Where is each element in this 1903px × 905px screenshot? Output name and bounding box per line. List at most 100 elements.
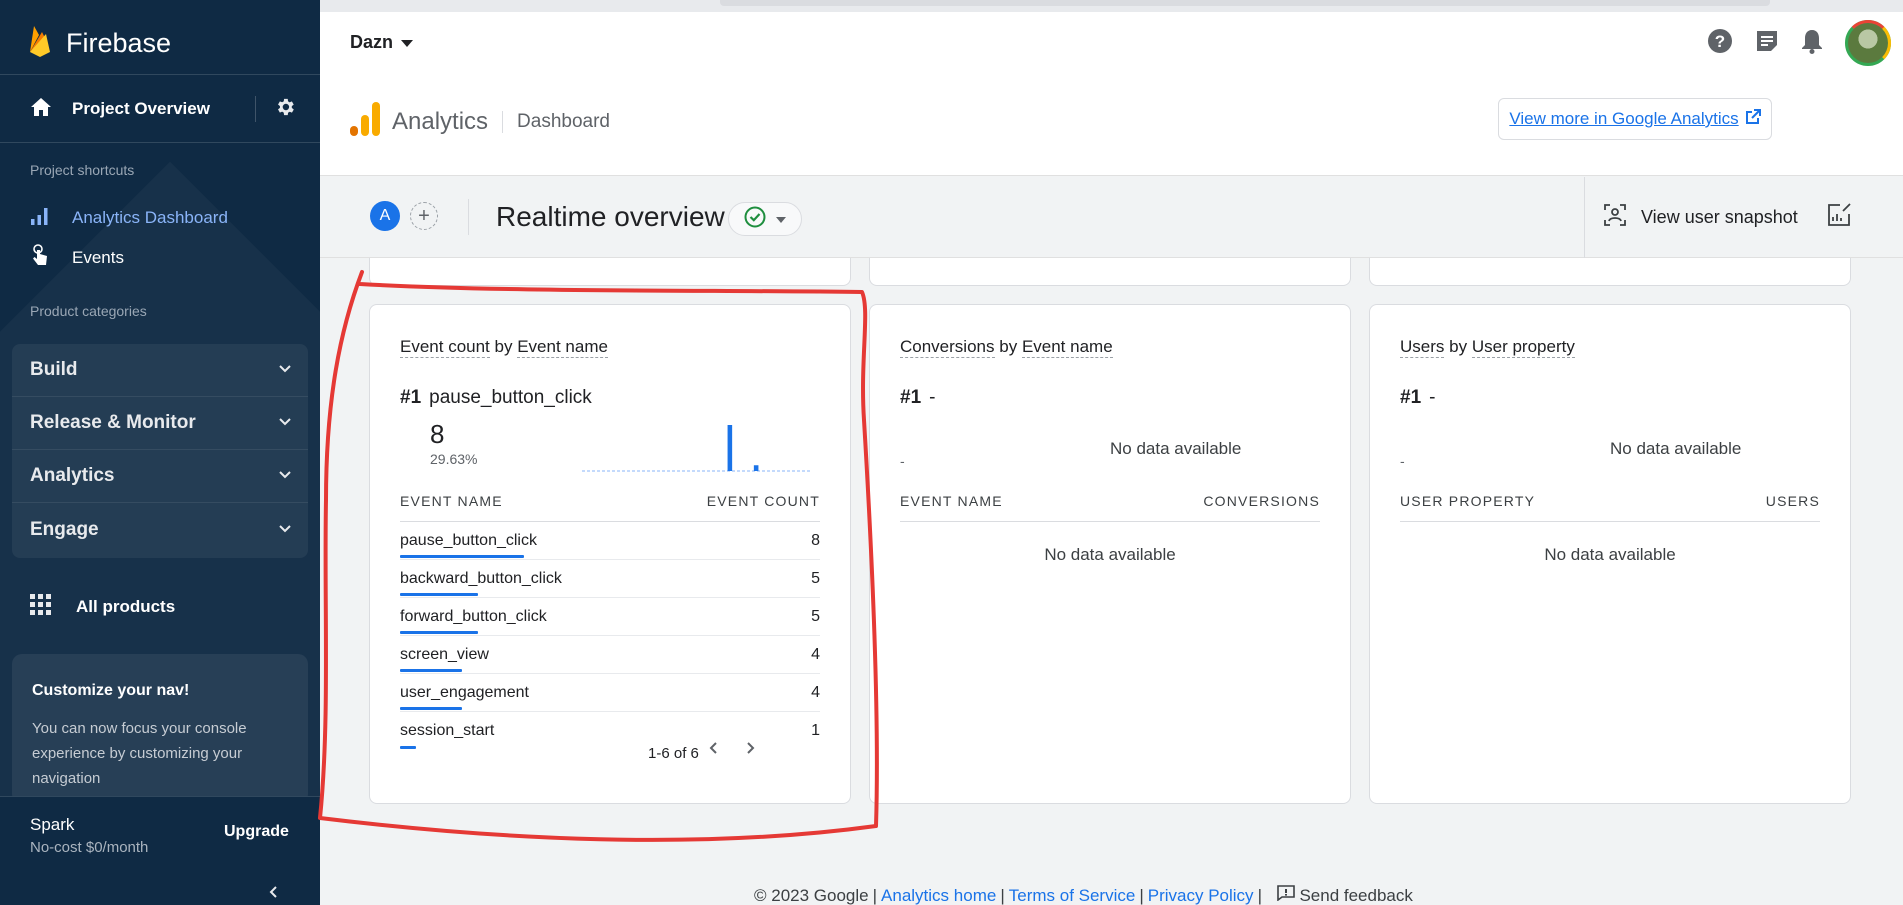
row-name: backward_button_click [400,569,562,587]
add-comparison-button[interactable]: + [410,202,438,230]
send-feedback-link[interactable]: Send feedback [1299,886,1412,905]
firebase-logo-icon [28,24,52,63]
ga-link-label: View more in Google Analytics [1509,109,1739,128]
check-circle-icon [744,206,766,233]
metric-label[interactable]: Conversions [900,337,995,358]
dimension-label[interactable]: Event name [1021,337,1113,358]
caret-down-icon [401,32,414,53]
table-row[interactable]: session_start 1 [400,712,820,750]
help-icon[interactable]: ? [1707,28,1733,59]
sidebar-header[interactable]: Firebase [0,12,320,74]
chevron-left-icon [268,886,278,903]
toolbar-separator [468,199,469,235]
top-item: #1- [1400,387,1435,409]
column-user-property: USER PROPERTY [1400,493,1536,509]
top-item-name: - [929,387,936,408]
row-name: forward_button_click [400,607,547,625]
settings-gear-button[interactable] [270,94,300,124]
sidebar-item-analytics-dashboard[interactable]: Analytics Dashboard [0,200,320,236]
row-value: 4 [811,683,820,701]
category-label: Build [30,359,78,380]
chevron-down-icon [278,361,292,379]
analytics-home-link[interactable]: Analytics home [881,886,996,905]
page-title: Analytics Dashboard [350,102,610,141]
rank-label: #1 [400,387,422,408]
sidebar: Firebase Project Overview Project shortc… [0,0,320,905]
by-label: by [999,337,1018,356]
product-name: Analytics [392,107,489,135]
card-title: Conversions by Event name [900,337,1113,358]
row-name: session_start [400,722,495,739]
rank-label: #1 [1400,387,1422,408]
category-build[interactable]: Build [12,344,308,397]
project-name: Dazn [350,32,394,52]
top-item: #1 pause_button_click [400,387,592,409]
firebase-brand: Firebase [66,27,172,58]
no-data-message: No data available [1110,439,1242,458]
column-event-name: EVENT NAME [400,493,503,509]
sidebar-item-events[interactable]: Events [0,240,320,276]
category-release-monitor[interactable]: Release & Monitor [12,397,308,450]
category-engage[interactable]: Engage [12,503,308,556]
category-analytics[interactable]: Analytics [12,450,308,503]
table-row[interactable]: forward_button_click 5 [400,598,820,636]
privacy-link[interactable]: Privacy Policy [1148,886,1254,905]
categories-caption: Product categories [30,303,147,319]
table-row[interactable]: pause_button_click 8 [400,522,820,560]
rank-label: #1 [900,387,922,408]
customize-nav-body: You can now focus your console experienc… [32,720,247,787]
data-quality-dropdown[interactable] [728,202,802,236]
view-user-snapshot-button[interactable]: View user snapshot [1584,177,1903,258]
pagination [708,741,756,759]
customize-nav-title: Customize your nav! [32,682,190,699]
card-title: Event count by Event name [400,337,608,358]
release-notes-icon[interactable] [1755,29,1779,58]
sparkline-chart [582,425,812,472]
all-products-link[interactable]: All products [0,588,320,626]
by-label: by [494,337,513,356]
sparkline-bar [753,465,759,471]
upgrade-button[interactable]: Upgrade [224,823,289,841]
column-conversions: CONVERSIONS [1203,493,1320,509]
user-avatar[interactable] [1845,20,1891,66]
plan-footer: Spark No-cost $0/month Upgrade [0,796,320,905]
terms-link[interactable]: Terms of Service [1009,886,1136,905]
header-actions: ? [1707,20,1891,66]
dimension-label[interactable]: User property [1471,337,1575,358]
conversions-card: Conversions by Event name #1- - No data … [869,304,1351,804]
table-row[interactable]: backward_button_click 5 [400,560,820,598]
table-row[interactable]: screen_view 4 [400,636,820,674]
page-footer: © 2023 Google | Analytics home | Terms of Se… [754,885,1413,905]
caret-down-icon [776,210,786,228]
table-header: EVENT NAME CONVERSIONS [900,493,1320,522]
shortcuts-caption: Project shortcuts [30,162,135,178]
sidebar-item-label: Analytics Dashboard [72,208,228,227]
collapse-sidebar-button[interactable] [268,885,278,904]
chevron-left-icon[interactable] [708,741,718,759]
grid-icon [30,593,52,621]
edit-report-icon[interactable] [1826,202,1852,233]
realtime-title: Realtime overview [496,201,725,232]
chevron-right-icon[interactable] [746,741,756,759]
table-row[interactable]: user_engagement 4 [400,674,820,712]
gear-icon [274,96,296,123]
row-share-bar [400,707,462,710]
event-table: pause_button_click 8 backward_button_clic… [400,522,820,750]
metric-label[interactable]: Event count [400,337,490,358]
bar-chart-icon [30,206,50,231]
table-header: EVENT NAME EVENT COUNT [400,493,820,522]
analytics-logo-icon [350,102,380,141]
row-share-bar [400,593,478,596]
event-count-card: Event count by Event name #1 pause_button… [369,304,851,804]
column-users: USERS [1765,493,1820,509]
project-selector[interactable]: Dazn [350,32,414,53]
top-item-percent: 29.63% [430,451,478,467]
chevron-down-icon [278,521,292,539]
view-in-google-analytics-button[interactable]: View more in Google Analytics [1498,98,1772,140]
pagination-label: 1-6 of 6 [648,745,699,762]
dimension-label[interactable]: Event name [517,337,608,358]
metric-label[interactable]: Users [1400,337,1445,358]
copyright: © 2023 Google [754,886,869,905]
comparison-chip[interactable]: A [370,201,400,231]
notifications-bell-icon[interactable] [1801,28,1823,59]
